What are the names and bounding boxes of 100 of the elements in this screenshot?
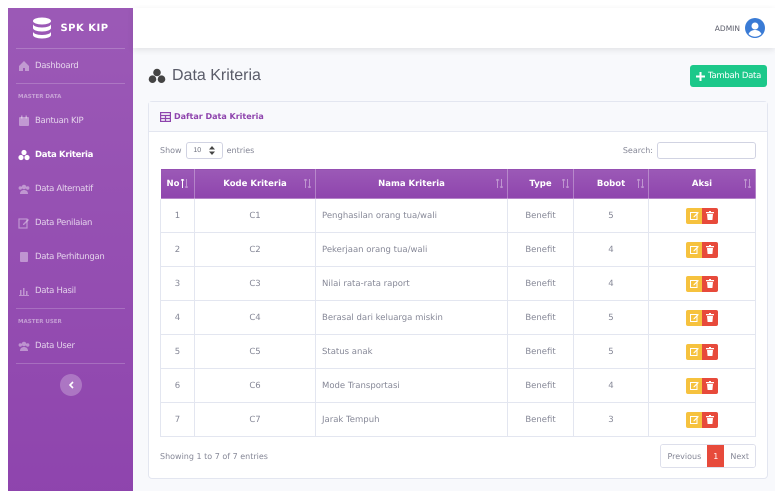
calendar-icon bbox=[18, 115, 30, 127]
home-icon bbox=[18, 60, 30, 72]
column-header[interactable]: Bobot bbox=[574, 168, 648, 198]
table-cell: C7 bbox=[194, 402, 316, 436]
delete-button[interactable] bbox=[702, 276, 718, 292]
trash-icon bbox=[706, 245, 714, 254]
delete-button[interactable] bbox=[702, 344, 718, 360]
page-title: Data Kriteria bbox=[172, 67, 261, 85]
nav-link[interactable]: Dashboard bbox=[16, 49, 125, 83]
brand-name: SPK KIP bbox=[60, 22, 109, 34]
table-cell: 1 bbox=[160, 198, 194, 232]
table-cell: C5 bbox=[194, 334, 316, 368]
show-label: Show bbox=[160, 146, 182, 155]
trash-icon bbox=[706, 347, 714, 356]
trash-icon bbox=[706, 313, 714, 322]
sidebar-toggle-button[interactable] bbox=[60, 374, 82, 396]
table-cell: Benefit bbox=[508, 300, 574, 334]
table-cell: C4 bbox=[194, 300, 316, 334]
table-cell: Status anak bbox=[316, 334, 508, 368]
search-field[interactable] bbox=[657, 142, 756, 159]
delete-button[interactable] bbox=[702, 378, 718, 394]
entries-label: entries bbox=[226, 146, 254, 155]
table-cell: 5 bbox=[160, 334, 194, 368]
table-cell: Pekerjaan orang tua/wali bbox=[316, 232, 508, 266]
table-cell: C1 bbox=[194, 198, 316, 232]
edit-icon bbox=[690, 279, 698, 288]
sort-icon bbox=[637, 179, 644, 188]
nav-link[interactable]: Data Alternatif bbox=[16, 172, 125, 206]
table-cell: Jarak Tempuh bbox=[316, 402, 508, 436]
sort-icon bbox=[304, 179, 311, 188]
table-info: Showing 1 to 7 of 7 entries bbox=[160, 452, 268, 460]
column-header[interactable]: Type bbox=[508, 168, 574, 198]
edit-icon bbox=[690, 347, 698, 356]
chart-icon bbox=[18, 285, 30, 297]
trash-icon bbox=[706, 211, 714, 220]
table-cell: C6 bbox=[194, 368, 316, 402]
column-header[interactable]: Kode Kriteria bbox=[194, 168, 316, 198]
delete-button[interactable] bbox=[702, 242, 718, 258]
updown-caret-icon bbox=[208, 146, 215, 155]
table-cell: 4 bbox=[574, 368, 648, 402]
user-avatar-icon bbox=[745, 18, 765, 38]
table-cell: 6 bbox=[160, 368, 194, 402]
table-cell: Nilai rata-rata raport bbox=[316, 266, 508, 300]
column-header[interactable]: Nama Kriteria bbox=[316, 168, 508, 198]
nav-link[interactable]: Bantuan KIP bbox=[16, 104, 125, 138]
search-label: Search: bbox=[622, 146, 653, 155]
table-cell: Penghasilan orang tua/wali bbox=[316, 198, 508, 232]
database-icon bbox=[32, 17, 52, 39]
table-cell: 4 bbox=[574, 232, 648, 266]
sort-icon bbox=[562, 179, 569, 188]
sort-icon bbox=[496, 179, 503, 188]
edit-icon bbox=[690, 245, 698, 254]
table-cell: Benefit bbox=[508, 334, 574, 368]
table-cell: Benefit bbox=[508, 266, 574, 300]
trash-icon bbox=[706, 279, 714, 288]
page-button[interactable]: 1 bbox=[707, 445, 724, 467]
table-cell: Benefit bbox=[508, 368, 574, 402]
table-cell: 5 bbox=[574, 334, 648, 368]
sort-icon bbox=[744, 179, 751, 188]
delete-button[interactable] bbox=[702, 208, 718, 224]
chevron-left-icon bbox=[68, 381, 74, 389]
users-icon bbox=[18, 340, 30, 352]
sort-icon bbox=[181, 179, 188, 188]
cubes-icon bbox=[148, 68, 166, 84]
table-cell: 5 bbox=[574, 300, 648, 334]
table-cell: Mode Transportasi bbox=[316, 368, 508, 402]
nav-link[interactable]: Data Kriteria bbox=[16, 138, 125, 172]
table-cell: Benefit bbox=[508, 232, 574, 266]
edit-icon bbox=[18, 217, 30, 229]
nav-link[interactable]: Data User bbox=[16, 329, 125, 363]
edit-icon bbox=[690, 313, 698, 322]
trash-icon bbox=[706, 381, 714, 390]
table-cell: 7 bbox=[160, 402, 194, 436]
nav-link[interactable]: Data Penilaian bbox=[16, 206, 125, 240]
table-cell: 3 bbox=[160, 266, 194, 300]
table-cell: Benefit bbox=[508, 198, 574, 232]
nav-link[interactable]: Data Hasil bbox=[16, 274, 125, 308]
column-header[interactable]: No bbox=[160, 168, 194, 198]
table-cell: C2 bbox=[194, 232, 316, 266]
edit-icon bbox=[690, 415, 698, 424]
trash-icon bbox=[706, 415, 714, 424]
add-data-button[interactable]: Tambah Data bbox=[690, 65, 767, 87]
edit-icon bbox=[690, 381, 698, 390]
delete-button[interactable] bbox=[702, 412, 718, 428]
delete-button[interactable] bbox=[702, 310, 718, 326]
nav-link[interactable]: Data Perhitungan bbox=[16, 240, 125, 274]
table-cell: 3 bbox=[574, 402, 648, 436]
table-cell: Berasal dari keluarga miskin bbox=[316, 300, 508, 334]
table-cell: C3 bbox=[194, 266, 316, 300]
table-icon bbox=[160, 112, 171, 122]
edit-icon bbox=[690, 211, 698, 220]
card-title: Daftar Data Kriteria bbox=[174, 112, 264, 121]
table-cell: 4 bbox=[574, 266, 648, 300]
users-icon bbox=[18, 183, 30, 195]
table-cell: 2 bbox=[160, 232, 194, 266]
table-cell: 4 bbox=[160, 300, 194, 334]
plus-icon bbox=[696, 72, 706, 80]
table-cell: 5 bbox=[574, 198, 648, 232]
column-header[interactable]: Aksi bbox=[648, 168, 756, 198]
calculator-icon bbox=[18, 251, 30, 263]
